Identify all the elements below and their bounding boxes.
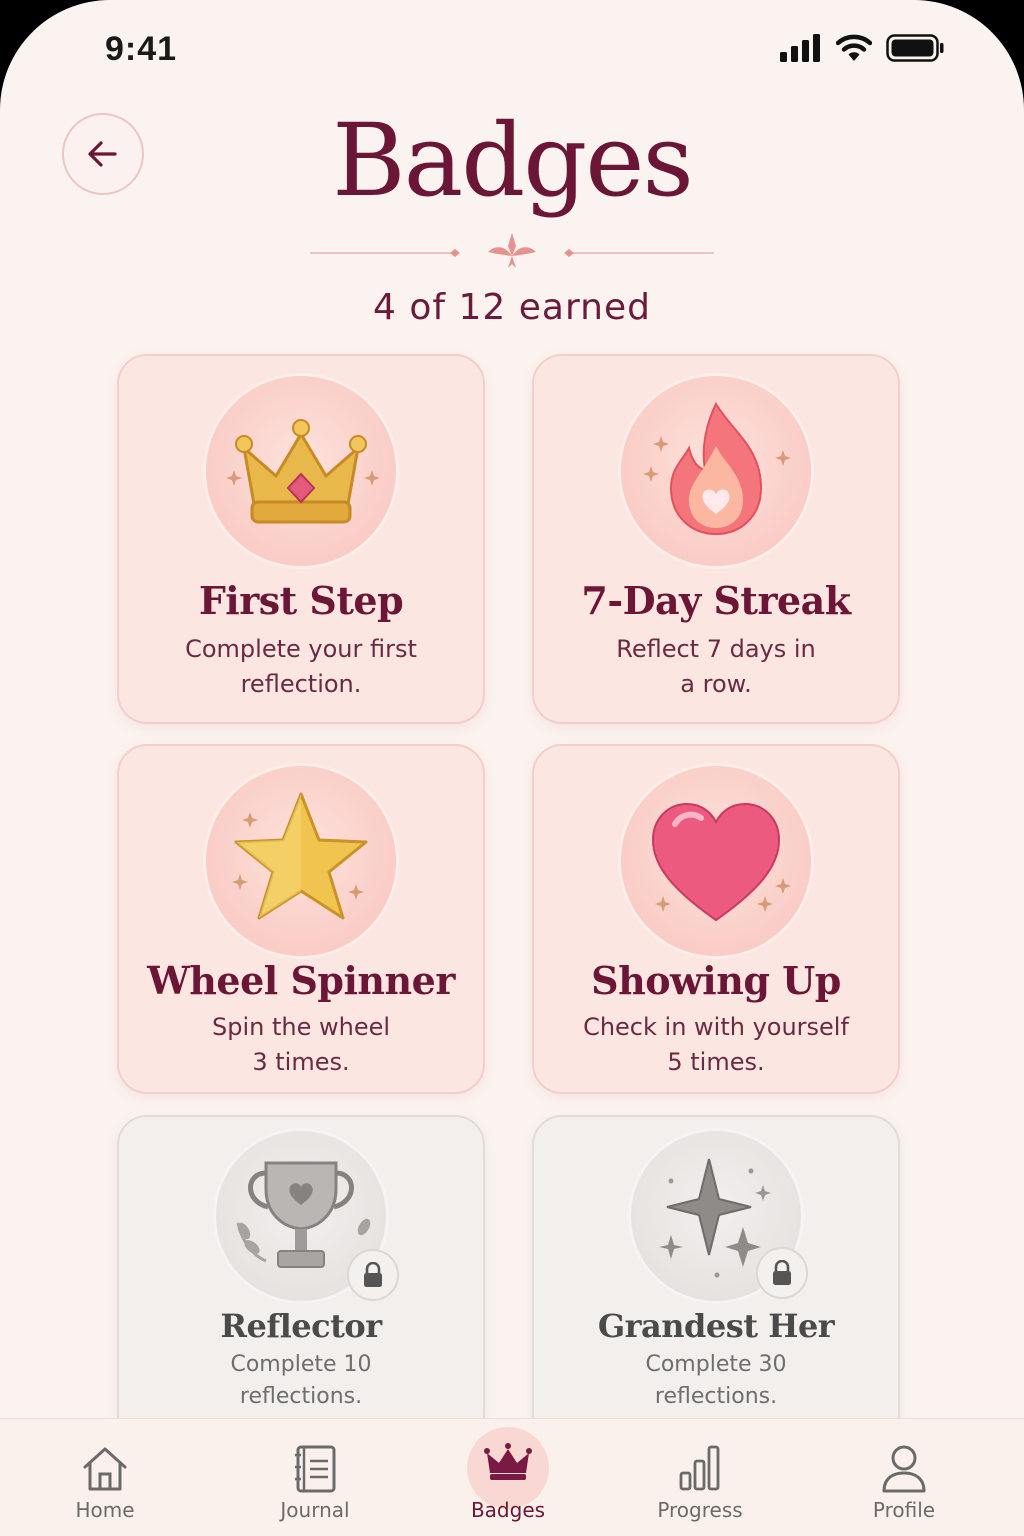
earned-count: 4 of 12 earned xyxy=(373,287,651,328)
badge-description-line: Complete 10 xyxy=(230,1352,372,1377)
badge-medallion xyxy=(621,766,811,956)
crown-icon xyxy=(484,1443,532,1480)
lock-badge xyxy=(347,1249,399,1301)
home-icon xyxy=(83,1447,127,1491)
status-bar: 9:41 xyxy=(0,0,1024,100)
bottom-tab-bar: Home Journal Badges Progress Profile xyxy=(0,1418,1024,1536)
badge-description-line: a row. xyxy=(680,670,752,698)
badge-title: Showing Up xyxy=(591,958,841,1003)
badges-screen: 9:41 Badges 4 of 12 earned First Step Co… xyxy=(0,0,1024,1536)
badge-title: Reflector xyxy=(220,1307,382,1345)
tab-label: Profile xyxy=(872,1498,936,1522)
bar-chart-icon xyxy=(679,1445,720,1491)
badge-description: Complete 30 reflections. xyxy=(564,1349,868,1413)
badge-description: Check in with yourself 5 times. xyxy=(564,1010,868,1080)
ornament-divider xyxy=(310,233,714,268)
badge-medallion xyxy=(206,766,396,956)
badge-description: Complete your first reflection. xyxy=(149,632,453,702)
status-icons xyxy=(780,34,944,62)
crown-icon xyxy=(226,419,380,524)
journal-icon xyxy=(295,1445,336,1493)
badge-description-line: 5 times. xyxy=(667,1048,765,1076)
badge-description-line: reflections. xyxy=(239,1384,363,1409)
badge-card-wheel-spinner[interactable]: Wheel Spinner Spin the wheel 3 times. xyxy=(117,744,485,1094)
badge-description-line: Spin the wheel xyxy=(211,1013,391,1041)
badge-card-7-day-streak[interactable]: 7-Day Streak Reflect 7 days in a row. xyxy=(532,354,900,724)
signal-icon xyxy=(780,34,820,62)
badge-description-line: reflection. xyxy=(240,670,362,698)
lock-badge xyxy=(756,1247,808,1299)
tab-home[interactable]: Home xyxy=(25,1419,185,1536)
tab-badges[interactable]: Badges xyxy=(428,1419,588,1536)
tab-journal[interactable]: Journal xyxy=(235,1419,395,1536)
badge-medallion xyxy=(206,376,396,566)
badge-description: Reflect 7 days in a row. xyxy=(564,632,868,702)
badge-card-first-step[interactable]: First Step Complete your first reflectio… xyxy=(117,354,485,724)
badge-title: First Step xyxy=(198,578,404,623)
badge-medallion xyxy=(621,376,811,566)
badge-description-line: Reflect 7 days in xyxy=(616,635,816,663)
tab-label: Home xyxy=(75,1498,135,1522)
tab-profile[interactable]: Profile xyxy=(824,1419,984,1536)
badge-description-line: 3 times. xyxy=(252,1048,350,1076)
badge-title: Grandest Her xyxy=(597,1307,835,1345)
badge-description-line: Complete 30 xyxy=(645,1352,787,1377)
star-icon xyxy=(232,792,368,920)
badge-title: 7-Day Streak xyxy=(581,578,851,623)
badge-title: Wheel Spinner xyxy=(147,958,455,1003)
heart-icon xyxy=(651,802,791,922)
badge-description: Complete 10 reflections. xyxy=(149,1349,453,1413)
tab-label: Badges xyxy=(470,1498,546,1522)
person-icon xyxy=(882,1445,926,1493)
badge-description-line: Complete your first xyxy=(185,635,417,663)
badge-card-showing-up[interactable]: Showing Up Check in with yourself 5 time… xyxy=(532,744,900,1094)
tab-progress[interactable]: Progress xyxy=(620,1419,780,1536)
tab-label: Journal xyxy=(280,1498,350,1522)
lock-icon xyxy=(773,1260,791,1285)
badge-card-reflector[interactable]: Reflector Complete 10 reflections. xyxy=(117,1115,485,1445)
badge-description-line: reflections. xyxy=(654,1384,778,1409)
flame-icon xyxy=(643,401,791,536)
lock-icon xyxy=(364,1262,382,1287)
battery-icon xyxy=(886,34,944,62)
status-time: 9:41 xyxy=(105,30,178,68)
page-title: Badges xyxy=(332,102,694,219)
badge-card-grandest-her[interactable]: Grandest Her Complete 30 reflections. xyxy=(532,1115,900,1445)
badge-description: Spin the wheel 3 times. xyxy=(149,1010,453,1080)
wifi-icon xyxy=(836,34,872,61)
tab-label: Progress xyxy=(657,1498,743,1522)
badge-description-line: Check in with yourself xyxy=(583,1013,849,1041)
